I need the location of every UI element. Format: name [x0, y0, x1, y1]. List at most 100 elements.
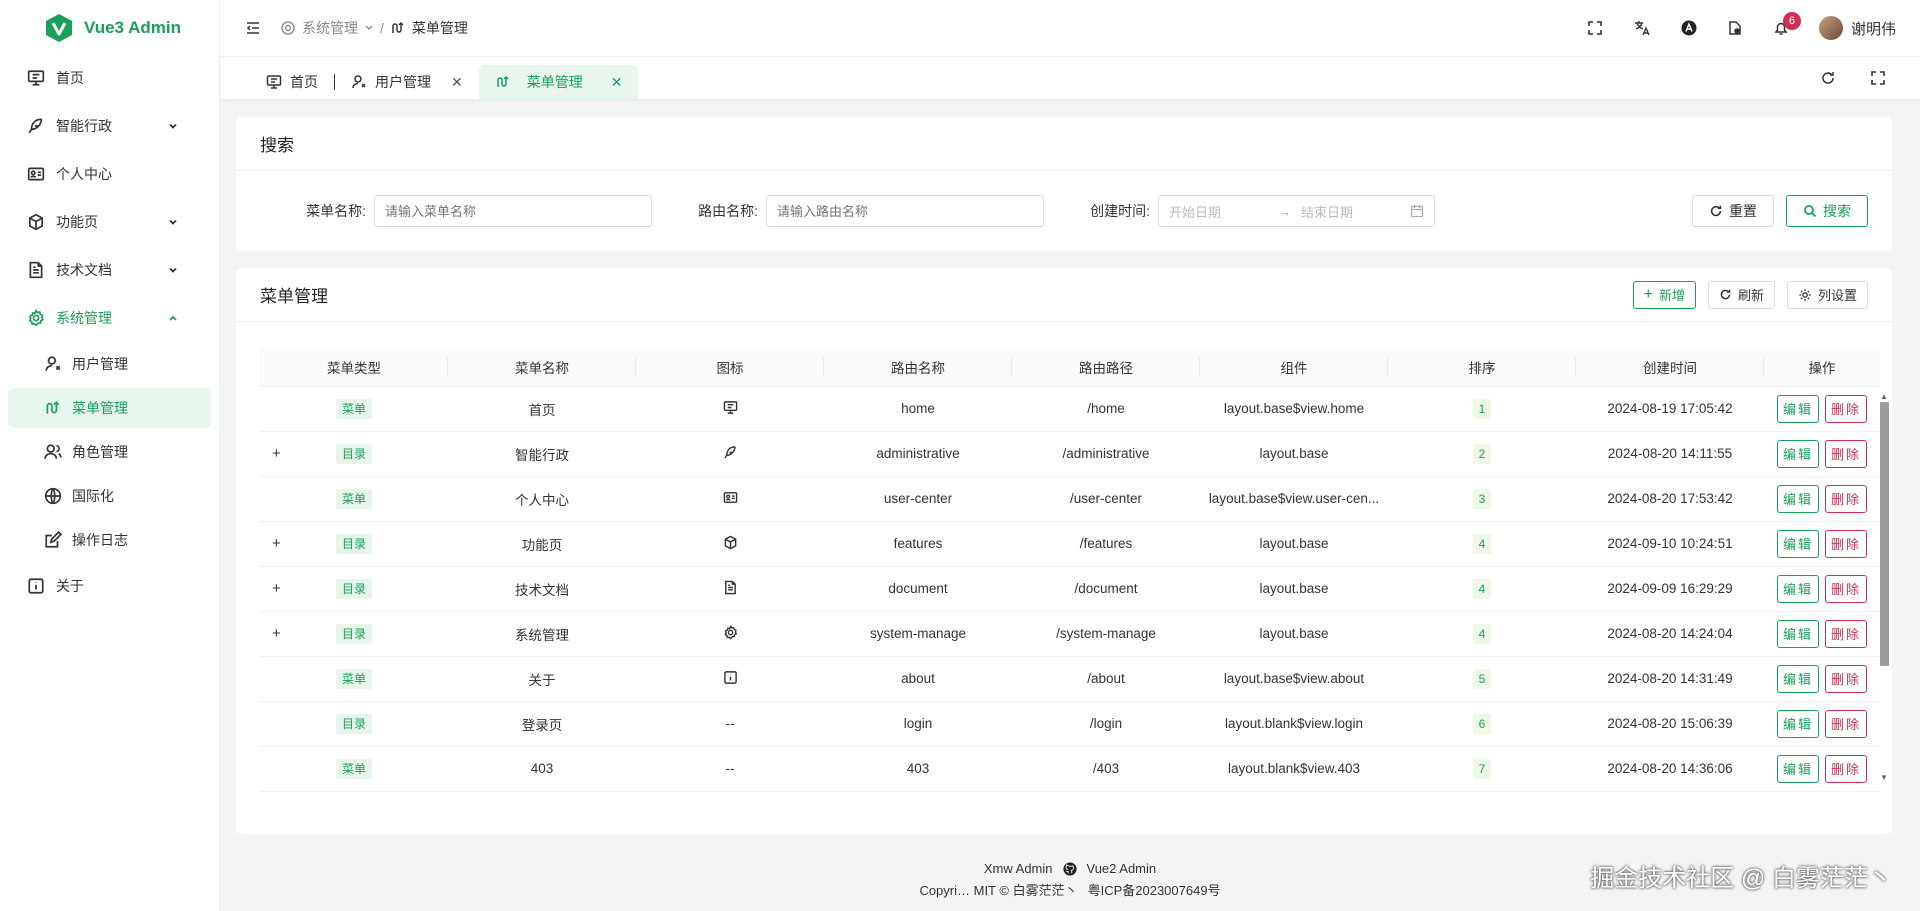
row-actions: 编辑 删除 — [1776, 394, 1868, 423]
sidebar-item-5[interactable]: 系统管理 — [8, 296, 211, 340]
delete-button[interactable]: 删除 — [1825, 664, 1868, 693]
end-date[interactable]: 结束日期 — [1301, 202, 1400, 221]
column-header[interactable]: 菜单类型 — [260, 348, 448, 387]
column-header[interactable]: 菜单名称 — [448, 348, 636, 387]
table-row[interactable]: 目录 登录页 -- login/login layout.blank$view.logi… — [260, 701, 1880, 747]
sidebar-item-label: 智能行政 — [56, 118, 112, 134]
table-row[interactable]: + 目录 技术文档 document/document layout.base 4 2024… — [260, 566, 1880, 612]
fullscreen-icon[interactable] — [1587, 20, 1603, 36]
delete-button[interactable]: 删除 — [1825, 619, 1868, 648]
edit-button[interactable]: 编辑 — [1776, 439, 1819, 468]
breadcrumb-separator: / — [380, 20, 384, 36]
sidebar-item-3[interactable]: 功能页 — [8, 200, 211, 244]
table-row[interactable]: + 目录 系统管理 system-manage/system-manage layout… — [260, 611, 1880, 657]
column-header[interactable]: 组件 — [1200, 348, 1388, 387]
translate-icon[interactable] — [1633, 19, 1651, 37]
expand-icon[interactable]: + — [272, 535, 281, 552]
sidebar-item-2[interactable]: 个人中心 — [8, 152, 211, 196]
sidebar-item-1[interactable]: 智能行政 — [8, 104, 211, 148]
menu-name-field: 菜单名称: — [260, 195, 652, 227]
scroll-down-icon[interactable]: ▼ — [1877, 773, 1891, 782]
search-title: 搜索 — [236, 117, 1892, 171]
close-icon[interactable]: ✕ — [451, 74, 463, 91]
tab-home[interactable]: 首页 — [250, 65, 334, 99]
icp-link[interactable]: 粤ICP备2023007649号 — [1088, 880, 1221, 902]
cell-route-name: user-center — [824, 476, 1012, 522]
delete-button[interactable]: 删除 — [1825, 754, 1868, 783]
delete-button[interactable]: 删除 — [1825, 529, 1868, 558]
edit-button[interactable]: 编辑 — [1776, 529, 1819, 558]
breadcrumb-item-system[interactable]: 系统管理 — [302, 18, 358, 38]
logo[interactable]: Vue3 Admin — [0, 0, 219, 56]
cell-icon: -- — [636, 746, 824, 792]
delete-button[interactable]: 删除 — [1825, 574, 1868, 603]
sidebar-item-0[interactable]: 首页 — [8, 56, 211, 100]
table-row[interactable]: 菜单 403 -- 403/403 layout.blank$view.403 7 2024… — [260, 746, 1880, 792]
route-name-input[interactable] — [766, 195, 1044, 227]
column-header[interactable]: 排序 — [1388, 348, 1576, 387]
table-row[interactable]: + 目录 功能页 features/features layout.base 4 2024-… — [260, 521, 1880, 567]
column-settings-button[interactable]: 列设置 — [1786, 280, 1868, 309]
column-header[interactable]: 路由路径 — [1012, 348, 1200, 387]
sidebar-subitem-2[interactable]: 角色管理 — [8, 432, 211, 472]
delete-button[interactable]: 删除 — [1825, 709, 1868, 738]
delete-button[interactable]: 删除 — [1825, 394, 1868, 423]
close-icon[interactable]: ✕ — [611, 74, 623, 91]
sidebar-item-6[interactable]: 关于 — [8, 564, 211, 608]
menu-table: 菜单类型 菜单名称 图标 路由名称 路由路径 组件 排序 创建时间 操作 菜单 首页 home/ho… — [260, 348, 1892, 792]
edit-button[interactable]: 编辑 — [1776, 484, 1819, 513]
sidebar-subitem-3[interactable]: 国际化 — [8, 476, 211, 516]
footer-link-vue2[interactable]: Vue2 Admin — [1087, 858, 1157, 880]
start-date[interactable]: 开始日期 — [1169, 202, 1268, 221]
reload-icon[interactable] — [1820, 70, 1836, 86]
table-scrollbar[interactable]: ▲ ▼ — [1877, 392, 1891, 782]
expand-icon[interactable]: + — [272, 445, 281, 462]
edit-button[interactable]: 编辑 — [1776, 709, 1819, 738]
scroll-up-icon[interactable]: ▲ — [1877, 392, 1891, 402]
sidebar-subitem-1[interactable]: 菜单管理 — [8, 388, 211, 428]
theme-a-icon[interactable] — [1681, 20, 1697, 36]
collapse-sidebar-icon[interactable] — [244, 19, 262, 37]
table-title: 菜单管理 — [260, 287, 328, 306]
table-row[interactable]: 菜单 关于 about/about layout.base$view.about 5 20… — [260, 656, 1880, 702]
fullscreen-icon[interactable] — [1870, 70, 1886, 86]
table-row[interactable]: + 目录 智能行政 administrative/administrative layo… — [260, 431, 1880, 477]
cell-route-name: 403 — [824, 746, 1012, 792]
column-header[interactable]: 创建时间 — [1576, 348, 1764, 387]
delete-button[interactable]: 删除 — [1825, 439, 1868, 468]
layout-icon[interactable] — [1727, 20, 1743, 36]
edit-button[interactable]: 编辑 — [1776, 619, 1819, 648]
column-header[interactable]: 图标 — [636, 348, 824, 387]
expand-icon[interactable]: + — [272, 580, 281, 597]
tab-user-management[interactable]: 用户管理 ✕ — [335, 65, 479, 99]
table-row[interactable]: 菜单 首页 home/home layout.base$view.home 1 2024-… — [260, 386, 1880, 432]
reload-icon — [1709, 204, 1723, 218]
sidebar-subitem-4[interactable]: 操作日志 — [8, 520, 211, 560]
sidebar-subitem-0[interactable]: 用户管理 — [8, 344, 211, 384]
notification-bell-icon[interactable]: 6 — [1773, 12, 1801, 36]
edit-button[interactable]: 编辑 — [1776, 664, 1819, 693]
menu-name-input[interactable] — [374, 195, 652, 227]
cell-created: 2024-08-20 14:31:49 — [1576, 656, 1764, 702]
sidebar-item-4[interactable]: 技术文档 — [8, 248, 211, 292]
scroll-thumb[interactable] — [1880, 402, 1889, 666]
github-icon — [1062, 862, 1077, 876]
reset-button[interactable]: 重置 — [1692, 195, 1774, 227]
user-menu[interactable]: 谢明伟 — [1818, 16, 1896, 40]
table-row[interactable]: 菜单 个人中心 user-center/user-center layout.base… — [260, 476, 1880, 522]
date-range-picker[interactable]: 开始日期 → 结束日期 — [1158, 195, 1435, 227]
column-header[interactable]: 操作 — [1764, 348, 1880, 387]
search-button[interactable]: 搜索 — [1786, 195, 1868, 227]
add-button[interactable]: + 新增 — [1632, 280, 1696, 309]
delete-button[interactable]: 删除 — [1825, 484, 1868, 513]
column-header[interactable]: 路由名称 — [824, 348, 1012, 387]
edit-button[interactable]: 编辑 — [1776, 394, 1819, 423]
sidebar-subitem-label: 操作日志 — [72, 532, 128, 548]
expand-icon[interactable]: + — [272, 625, 281, 642]
footer-link-xmw[interactable]: Xmw Admin — [984, 858, 1053, 880]
edit-button[interactable]: 编辑 — [1776, 574, 1819, 603]
edit-button[interactable]: 编辑 — [1776, 754, 1819, 783]
refresh-button[interactable]: 刷新 — [1707, 280, 1775, 309]
tab-menu-management[interactable]: 菜单管理 ✕ — [478, 65, 639, 99]
cell-created: 2024-09-10 10:24:51 — [1576, 521, 1764, 567]
